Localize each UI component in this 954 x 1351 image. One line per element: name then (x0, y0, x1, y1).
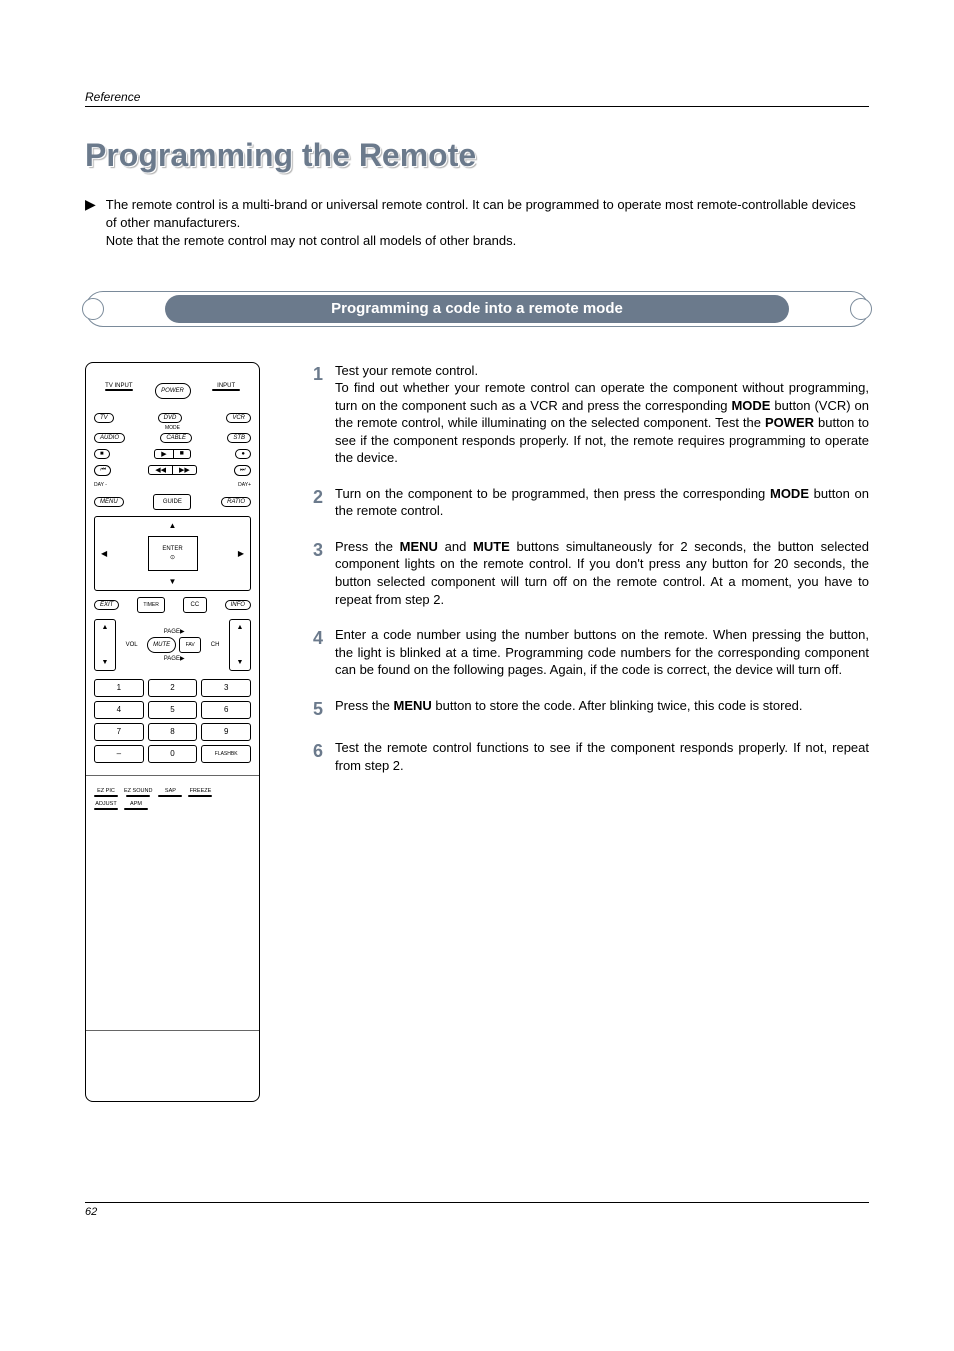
num-5: 5 (148, 701, 198, 719)
cc-button: CC (183, 597, 207, 613)
step-text: Test the remote control functions to see… (335, 739, 869, 774)
input-label: INPUT (217, 383, 235, 389)
skip-back-button: ⏮ (94, 465, 111, 476)
num-6: 6 (201, 701, 251, 719)
intro-text: The remote control is a multi-brand or u… (106, 196, 869, 251)
step-number: 1 (305, 362, 323, 467)
freeze-button (188, 795, 212, 797)
fast-forward-button: ▶▶ (173, 466, 196, 474)
dpad: ▲ ▼ ◀ ▶ ENTER ⊙ (94, 516, 251, 591)
stop-button: ■ (94, 449, 110, 459)
adjust-button (94, 808, 118, 810)
page-label: PAGE▶ (164, 628, 185, 635)
step-number: 5 (305, 697, 323, 721)
num-8: 8 (148, 723, 198, 741)
dpad-down-icon: ▼ (169, 577, 177, 586)
num-9: 9 (201, 723, 251, 741)
step-text: Turn on the component to be programmed, … (335, 485, 869, 520)
dpad-up-icon: ▲ (169, 521, 177, 530)
step-item: 6 Test the remote control functions to se… (305, 739, 869, 774)
day-plus-label: DAY+ (238, 482, 251, 488)
pause-button: ■ (174, 450, 190, 458)
subsection-banner: Programming a code into a remote mode (85, 291, 869, 327)
step-item: 5 Press the MENU button to store the code… (305, 697, 869, 721)
mute-button: MUTE (147, 637, 176, 653)
remote-control-diagram: TV INPUT POWER INPUT TV DVD VCR MODE (85, 362, 260, 1102)
adjust-label: ADJUST (95, 801, 116, 807)
ezsound-label: EZ SOUND (124, 788, 152, 794)
exit-button: EXIT (94, 600, 119, 610)
dpad-right-icon: ▶ (238, 549, 244, 558)
step-number: 3 (305, 538, 323, 608)
timer-button: TIMER (137, 597, 165, 613)
input-button (212, 389, 240, 391)
day-minus-label: DAY - (94, 482, 107, 488)
ezsound-button (126, 795, 150, 797)
page-number: 62 (85, 1202, 869, 1218)
step-text: Enter a code number using the number but… (335, 626, 869, 679)
audio-mode-button: AUDIO (94, 433, 125, 443)
steps-list: 1Test your remote control.To find out wh… (305, 362, 869, 793)
cable-mode-button: CABLE (160, 433, 192, 443)
banner-text: Programming a code into a remote mode (165, 295, 789, 323)
channel-rocker: ▲▼ (229, 619, 251, 671)
rewind-button: ◀◀ (149, 466, 173, 474)
ch-label: CH (211, 642, 220, 648)
step-number: 2 (305, 485, 323, 520)
tv-input-label: TV INPUT (105, 383, 132, 389)
step-number: 4 (305, 626, 323, 679)
num-1: 1 (94, 679, 144, 697)
vcr-mode-button: VCR (226, 413, 251, 423)
volume-rocker: ▲▼ (94, 619, 116, 671)
step-number: 6 (305, 739, 323, 774)
intro-paragraph: ▶ The remote control is a multi-brand or… (85, 196, 869, 251)
flashbk-button: FLASHBK (201, 745, 251, 763)
menu-button: MENU (94, 497, 124, 507)
step-text: Press the MENU button to store the code.… (335, 697, 869, 721)
freeze-label: FREEZE (190, 788, 212, 794)
tv-mode-button: TV (94, 413, 114, 423)
section-header: Reference (85, 90, 869, 107)
step-item: 4Enter a code number using the number bu… (305, 626, 869, 679)
play-button: ▶ (155, 450, 173, 458)
dvd-mode-button: DVD (158, 413, 183, 423)
guide-button: GUIDE (153, 494, 191, 510)
ratio-button: RATIO (221, 497, 251, 507)
apm-button (124, 808, 148, 810)
num-3: 3 (201, 679, 251, 697)
step-text: Press the MENU and MUTE buttons simultan… (335, 538, 869, 608)
vol-label: VOL (126, 642, 138, 648)
tv-input-button (105, 389, 133, 391)
num-7: 7 (94, 723, 144, 741)
step-item: 3Press the MENU and MUTE buttons simulta… (305, 538, 869, 608)
info-button: INFO (225, 600, 251, 610)
ezpic-label: EZ PIC (97, 788, 115, 794)
mode-label: MODE (94, 425, 251, 431)
page-label-2: PAGE▶ (164, 655, 185, 662)
power-button: POWER (155, 383, 191, 399)
ezpic-button (94, 795, 118, 797)
skip-forward-button: ⏭ (234, 465, 251, 476)
fav-button: FAV (179, 637, 201, 653)
sap-label: SAP (165, 788, 176, 794)
num-4: 4 (94, 701, 144, 719)
record-button: ● (235, 449, 251, 459)
step-item: 2 Turn on the component to be programmed,… (305, 485, 869, 520)
enter-button: ENTER ⊙ (148, 536, 198, 571)
sap-button (158, 795, 182, 797)
apm-label: APM (130, 801, 142, 807)
dpad-left-icon: ◀ (101, 549, 107, 558)
page-title: Programming the Remote (85, 137, 869, 174)
step-text: Test your remote control.To find out whe… (335, 362, 869, 467)
num-2: 2 (148, 679, 198, 697)
triangle-bullet-icon: ▶ (85, 196, 96, 213)
number-pad: 1 2 3 4 5 6 7 8 9 – 0 FLASHBK (94, 679, 251, 763)
step-item: 1Test your remote control.To find out wh… (305, 362, 869, 467)
num-dash: – (94, 745, 144, 763)
stb-mode-button: STB (227, 433, 251, 443)
num-0: 0 (148, 745, 198, 763)
